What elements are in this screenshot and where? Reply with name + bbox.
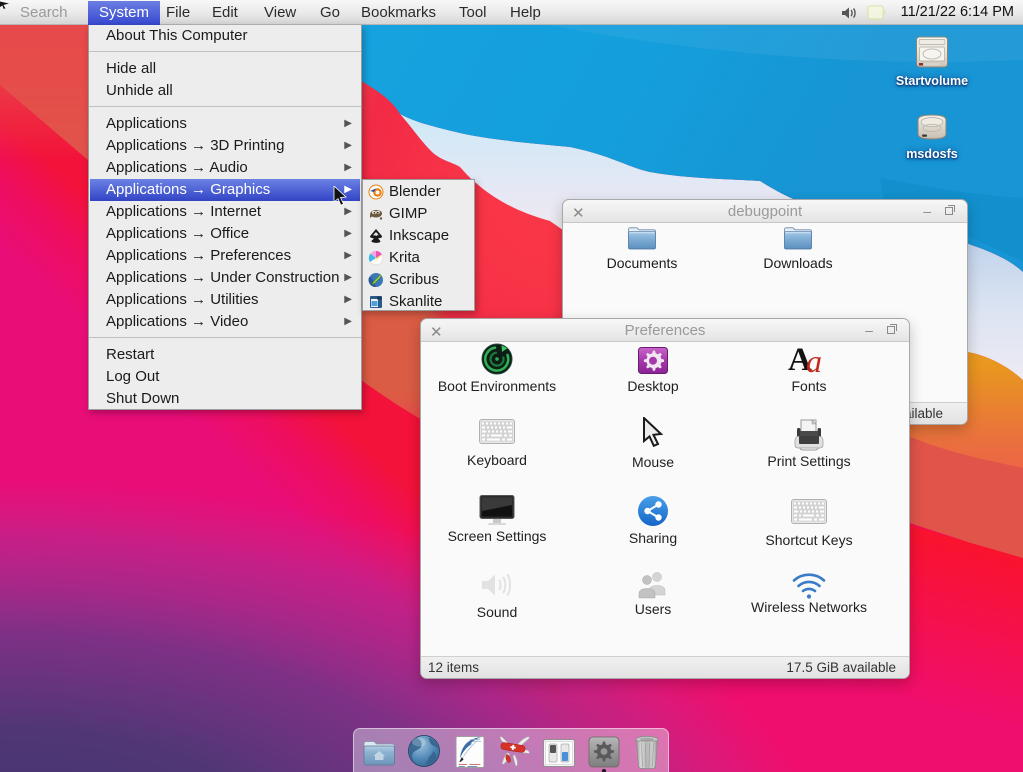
svg-text:a: a [806, 343, 822, 375]
